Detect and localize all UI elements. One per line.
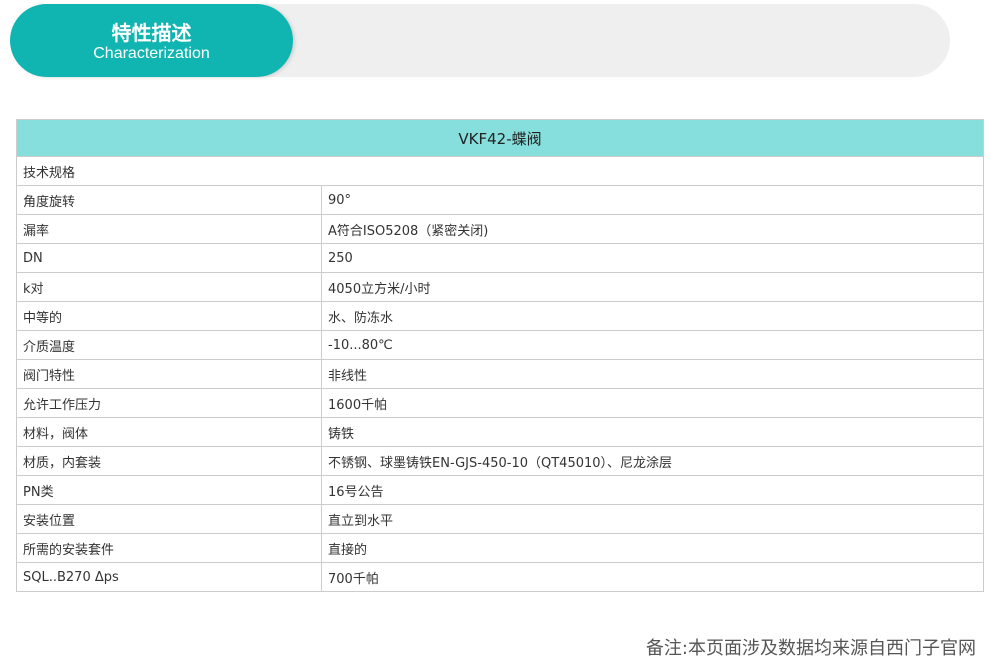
row-value: 直接的 [321,533,984,563]
table-title: VKF42-蝶阀 [16,119,984,157]
row-value: 16号公告 [321,475,984,505]
row-label: 所需的安装套件 [16,533,322,563]
table-row: PN类 16号公告 [16,475,984,505]
table-row: k对 4050立方米/小时 [16,272,984,302]
row-label: 材料，阀体 [16,417,322,447]
row-value: 直立到水平 [321,504,984,534]
table-row: 所需的安装套件 直接的 [16,533,984,563]
table-row: 材料，阀体 铸铁 [16,417,984,447]
table-row: DN 250 [16,243,984,273]
table-row: 允许工作压力 1600千帕 [16,388,984,418]
spec-table: VKF42-蝶阀 技术规格 角度旋转 90° 漏率 A符合ISO5208（紧密关闭)… [16,119,984,592]
row-value: 水、防冻水 [321,301,984,331]
row-label: 安装位置 [16,504,322,534]
table-row: 安装位置 直立到水平 [16,504,984,534]
footer-note: 备注:本页面涉及数据均来源自西门子官网 [645,638,976,659]
row-value: 250 [321,243,984,273]
row-value: 700千帕 [321,562,984,592]
row-label: k对 [16,272,322,302]
row-label: 介质温度 [16,330,322,360]
table-row: 材质，内套装 不锈钢、球墨铸铁EN-GJS-450-10（QT45010）、尼龙涂… [16,446,984,476]
table-section-row: 技术规格 [16,156,984,186]
table-row: 角度旋转 90° [16,185,984,215]
section-subtitle: Characterization [93,44,210,62]
row-label: 中等的 [16,301,322,331]
row-label: DN [16,243,322,273]
table-row: 介质温度 -10...80℃ [16,330,984,360]
section-title: 特性描述 [111,20,192,45]
row-value: A符合ISO5208（紧密关闭) [321,214,984,244]
row-label: 漏率 [16,214,322,244]
row-value: 90° [321,185,984,215]
table-title-row: VKF42-蝶阀 [16,119,984,157]
section-header-pill: 特性描述 Characterization [10,4,293,77]
row-value: 非线性 [321,359,984,389]
row-value: 铸铁 [321,417,984,447]
table-row: 漏率 A符合ISO5208（紧密关闭) [16,214,984,244]
row-value: 不锈钢、球墨铸铁EN-GJS-450-10（QT45010）、尼龙涂层 [321,446,984,476]
row-value: 4050立方米/小时 [321,272,984,302]
row-label: PN类 [16,475,322,505]
row-label: SQL..B270 Δps [16,562,322,592]
table-row: 中等的 水、防冻水 [16,301,984,331]
row-label: 允许工作压力 [16,388,322,418]
table-section-label: 技术规格 [16,156,984,186]
table-row: 阀门特性 非线性 [16,359,984,389]
row-label: 材质，内套装 [16,446,322,476]
row-label: 阀门特性 [16,359,322,389]
row-value: 1600千帕 [321,388,984,418]
table-row: SQL..B270 Δps 700千帕 [16,562,984,592]
row-label: 角度旋转 [16,185,322,215]
row-value: -10...80℃ [321,330,984,360]
